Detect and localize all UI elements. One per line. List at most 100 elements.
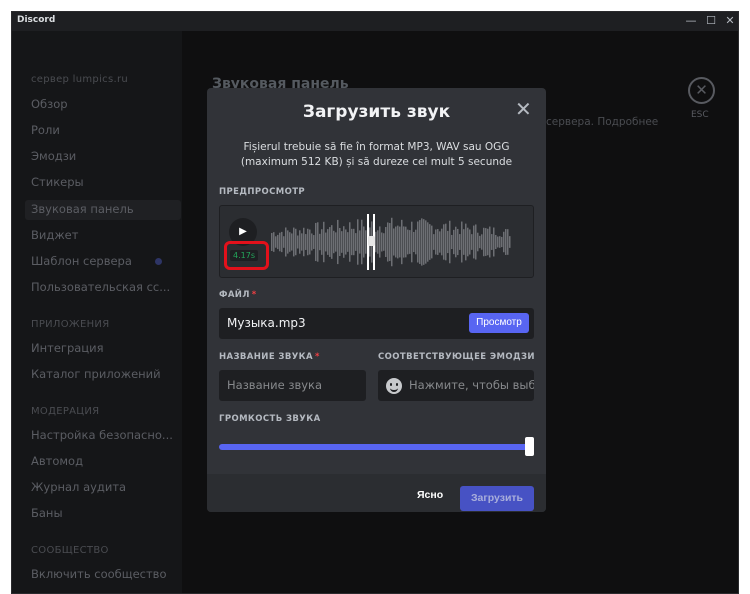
waveform-bar: [413, 231, 415, 253]
upload-sound-modal: Загрузить звук ✕ Fișierul trebuie să fie…: [207, 88, 546, 512]
waveform-bar: [407, 229, 409, 255]
waveform-bar: [509, 236, 511, 248]
sidebar-item-roles[interactable]: Роли: [31, 123, 60, 137]
emoji-label: СООТВЕТСТВУЮЩЕЕ ЭМОДЗИ: [378, 352, 535, 362]
waveform-bar: [273, 232, 275, 252]
waveform-bar: [309, 229, 311, 255]
volume-label: ГРОМКОСТЬ ЗВУКА: [219, 414, 321, 424]
waveform-bar: [481, 234, 483, 250]
sound-name-input[interactable]: Название звука: [219, 370, 366, 401]
waveform-bar: [405, 226, 407, 258]
waveform-bar: [425, 220, 427, 264]
waveform-bar: [467, 227, 469, 257]
waveform-bar: [461, 221, 463, 263]
waveform-bar: [433, 234, 435, 250]
waveform-bar: [365, 230, 367, 254]
file-field[interactable]: Музыка.mp3 Просмотр: [219, 308, 534, 339]
waveform-bar: [423, 219, 425, 265]
sidebar-item-audit-log[interactable]: Журнал аудита: [31, 480, 126, 494]
file-label: ФАЙЛ *: [219, 290, 257, 300]
sidebar-item-stickers[interactable]: Стикеры: [31, 175, 84, 189]
trim-grip[interactable]: [368, 236, 375, 246]
waveform-bar: [399, 226, 401, 258]
waveform-bar: [361, 219, 363, 265]
minimize-icon[interactable]: —: [685, 15, 697, 27]
preview-label: ПРЕДПРОСМОТР: [219, 187, 306, 197]
sidebar-item-integrations[interactable]: Интеграция: [31, 341, 104, 355]
waveform-bar: [457, 228, 459, 256]
title-bar: Discord — ☐ ✕: [12, 12, 738, 31]
waveform-bar: [429, 224, 431, 260]
waveform-bar: [397, 225, 399, 259]
waveform-bar: [307, 228, 309, 256]
modal-title: Загрузить звук: [302, 102, 451, 122]
waveform-bar: [335, 232, 337, 252]
waveform-bar: [479, 235, 481, 249]
waveform-bar: [325, 232, 327, 252]
sidebar-item-soundboard[interactable]: Звуковая панель: [31, 202, 134, 216]
waveform-bar: [491, 234, 493, 250]
sidebar-item-server-template[interactable]: Шаблон сервера: [31, 254, 132, 268]
sidebar-item-overview[interactable]: Обзор: [31, 97, 68, 111]
waveform-bar: [495, 235, 497, 249]
emoji-picker[interactable]: Нажмите, чтобы выбр...: [378, 370, 534, 401]
waveform[interactable]: [271, 214, 511, 270]
waveform-bar: [357, 219, 359, 265]
waveform-bar: [503, 231, 505, 253]
waveform-bar: [323, 221, 325, 263]
new-badge-dot: [155, 258, 162, 265]
waveform-bar: [287, 230, 289, 254]
waveform-bar: [317, 222, 319, 262]
waveform-bar: [447, 230, 449, 254]
waveform-bar: [297, 235, 299, 249]
sidebar-item-safety-setup[interactable]: Настройка безопасно...: [31, 428, 173, 442]
discord-window: Discord — ☐ ✕ сервер lumpics.ru Обзор Ро…: [11, 11, 739, 594]
waveform-bar: [389, 223, 391, 261]
waveform-bar: [311, 233, 313, 251]
close-icon[interactable]: ✕: [515, 99, 532, 119]
server-name: сервер lumpics.ru: [31, 74, 128, 85]
waveform-bar: [489, 226, 491, 258]
waveform-bar: [473, 225, 475, 259]
sidebar-item-custom-link[interactable]: Пользовательская сс...: [31, 280, 170, 294]
waveform-bar: [337, 219, 339, 265]
waveform-bar: [471, 234, 473, 250]
waveform-bar: [475, 224, 477, 260]
waveform-bar: [417, 221, 419, 263]
waveform-bar: [465, 223, 467, 261]
waveform-bar: [345, 229, 347, 255]
volume-slider-track[interactable]: [219, 444, 529, 450]
waveform-bar: [435, 229, 437, 255]
waveform-bar: [347, 232, 349, 252]
maximize-icon[interactable]: ☐: [705, 15, 717, 27]
waveform-bar: [291, 233, 293, 251]
close-settings-icon[interactable]: ✕: [688, 77, 715, 104]
waveform-bar: [321, 229, 323, 255]
sound-name-label: НАЗВАНИЕ ЗВУКА *: [219, 352, 320, 362]
sidebar-item-automod[interactable]: Автомод: [31, 454, 83, 468]
browse-button[interactable]: Просмотр: [469, 313, 529, 333]
waveform-bar: [327, 229, 329, 255]
waveform-bar: [381, 232, 383, 252]
waveform-bar: [343, 226, 345, 258]
waveform-bar: [497, 236, 499, 248]
cancel-button[interactable]: Ясно: [417, 489, 443, 501]
sidebar-item-emoji[interactable]: Эмодзи: [31, 149, 76, 163]
waveform-bar: [271, 233, 273, 251]
sidebar-item-app-directory[interactable]: Каталог приложений: [31, 367, 161, 381]
waveform-bar: [333, 230, 335, 254]
sidebar-item-widget[interactable]: Виджет: [31, 228, 78, 242]
sidebar-item-enable-community[interactable]: Включить сообщество: [31, 567, 167, 581]
waveform-bar: [281, 231, 283, 253]
waveform-bar: [299, 230, 301, 254]
waveform-bar: [285, 227, 287, 257]
sidebar-item-bans[interactable]: Баны: [31, 506, 63, 520]
waveform-bar: [451, 234, 453, 250]
waveform-bar: [341, 231, 343, 253]
upload-button[interactable]: Загрузить: [460, 486, 534, 511]
waveform-bar: [469, 229, 471, 255]
close-window-icon[interactable]: ✕: [724, 15, 736, 27]
volume-slider-thumb[interactable]: [525, 437, 534, 456]
waveform-bar: [355, 233, 357, 251]
waveform-bar: [359, 230, 361, 254]
